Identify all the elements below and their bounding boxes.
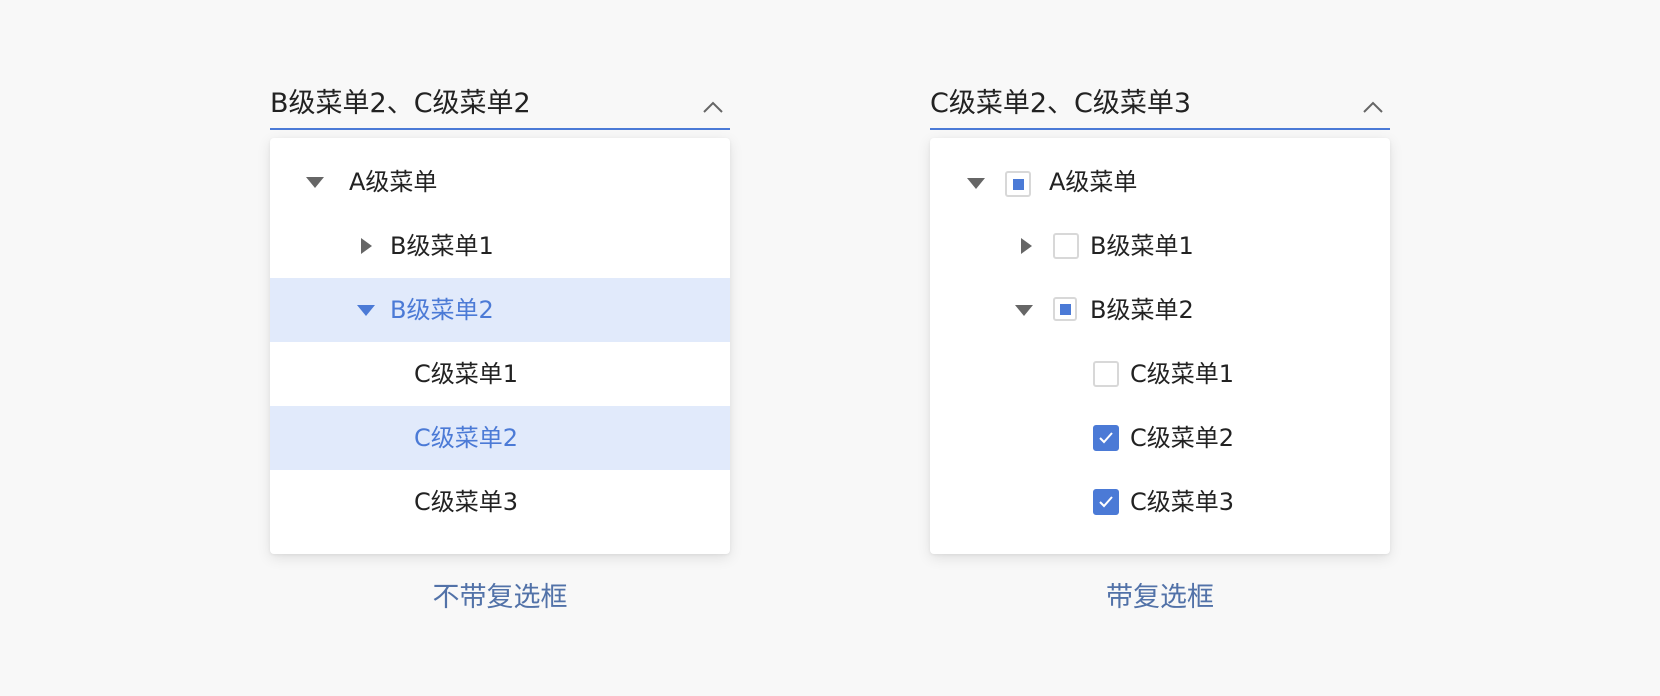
tree-node-a-menu[interactable]: A级菜单 bbox=[270, 150, 730, 214]
partial-checkbox[interactable] bbox=[1005, 171, 1031, 197]
tree-node-b-menu2[interactable]: B级菜单2 bbox=[270, 278, 730, 342]
tree-dropdown-panel: A级菜单 B级菜单1 B级菜单2 C级菜单1 C级菜单2 C级菜单3 bbox=[270, 138, 730, 554]
caret-right-icon[interactable] bbox=[1021, 238, 1032, 254]
tree-node-label: B级菜单1 bbox=[1090, 232, 1194, 260]
tree-node-label: B级菜单2 bbox=[1090, 296, 1194, 324]
checkmark-icon bbox=[1099, 432, 1113, 444]
caret-right-icon[interactable] bbox=[361, 238, 372, 254]
demo-caption: 带复选框 bbox=[1106, 582, 1214, 613]
tree-select-input[interactable]: B级菜单2、C级菜单2 bbox=[270, 78, 730, 130]
tree-node-a-menu[interactable]: A级菜单 bbox=[930, 150, 1390, 214]
tree-node-label: C级菜单3 bbox=[1130, 488, 1235, 516]
checkmark-icon bbox=[1099, 496, 1113, 508]
caret-down-icon[interactable] bbox=[967, 178, 985, 189]
checked-checkbox[interactable] bbox=[1093, 425, 1119, 451]
chevron-up-icon[interactable] bbox=[702, 100, 724, 114]
tree-node-label: B级菜单1 bbox=[390, 232, 494, 260]
tree-dropdown-panel: A级菜单 B级菜单1 B级菜单2 C级菜单1 C级菜单2 C级菜单3 bbox=[930, 138, 1390, 554]
tree-node-c-menu1[interactable]: C级菜单1 bbox=[270, 342, 730, 406]
tree-node-label: C级菜单2 bbox=[1130, 424, 1235, 452]
tree-node-label: A级菜单 bbox=[1049, 168, 1138, 196]
chevron-up-icon[interactable] bbox=[1362, 100, 1384, 114]
tree-node-c-menu2[interactable]: C级菜单2 bbox=[930, 406, 1390, 470]
tree-node-label: A级菜单 bbox=[349, 168, 438, 196]
demo-caption: 不带复选框 bbox=[432, 582, 568, 613]
checked-checkbox[interactable] bbox=[1093, 489, 1119, 515]
tree-node-label: C级菜单3 bbox=[414, 488, 519, 516]
tree-node-label: C级菜单1 bbox=[414, 360, 519, 388]
select-value-text: C级菜单2、C级菜单3 bbox=[930, 88, 1192, 119]
tree-node-label: B级菜单2 bbox=[390, 296, 494, 324]
tree-node-b-menu1[interactable]: B级菜单1 bbox=[930, 214, 1390, 278]
select-value-text: B级菜单2、C级菜单2 bbox=[270, 88, 531, 119]
unchecked-checkbox[interactable] bbox=[1093, 361, 1119, 387]
tree-node-c-menu3[interactable]: C级菜单3 bbox=[270, 470, 730, 534]
tree-node-b-menu1[interactable]: B级菜单1 bbox=[270, 214, 730, 278]
tree-node-c-menu1[interactable]: C级菜单1 bbox=[930, 342, 1390, 406]
tree-node-label: C级菜单1 bbox=[1130, 360, 1235, 388]
tree-node-c-menu2[interactable]: C级菜单2 bbox=[270, 406, 730, 470]
caret-down-icon[interactable] bbox=[306, 177, 324, 188]
caret-down-icon[interactable] bbox=[357, 305, 375, 316]
tree-node-label: C级菜单2 bbox=[414, 424, 519, 452]
unchecked-checkbox[interactable] bbox=[1053, 233, 1079, 259]
caret-down-icon[interactable] bbox=[1015, 305, 1033, 316]
partial-checkbox[interactable] bbox=[1053, 297, 1077, 321]
tree-node-b-menu2[interactable]: B级菜单2 bbox=[930, 278, 1390, 342]
tree-select-input[interactable]: C级菜单2、C级菜单3 bbox=[930, 78, 1390, 130]
tree-node-c-menu3[interactable]: C级菜单3 bbox=[930, 470, 1390, 534]
